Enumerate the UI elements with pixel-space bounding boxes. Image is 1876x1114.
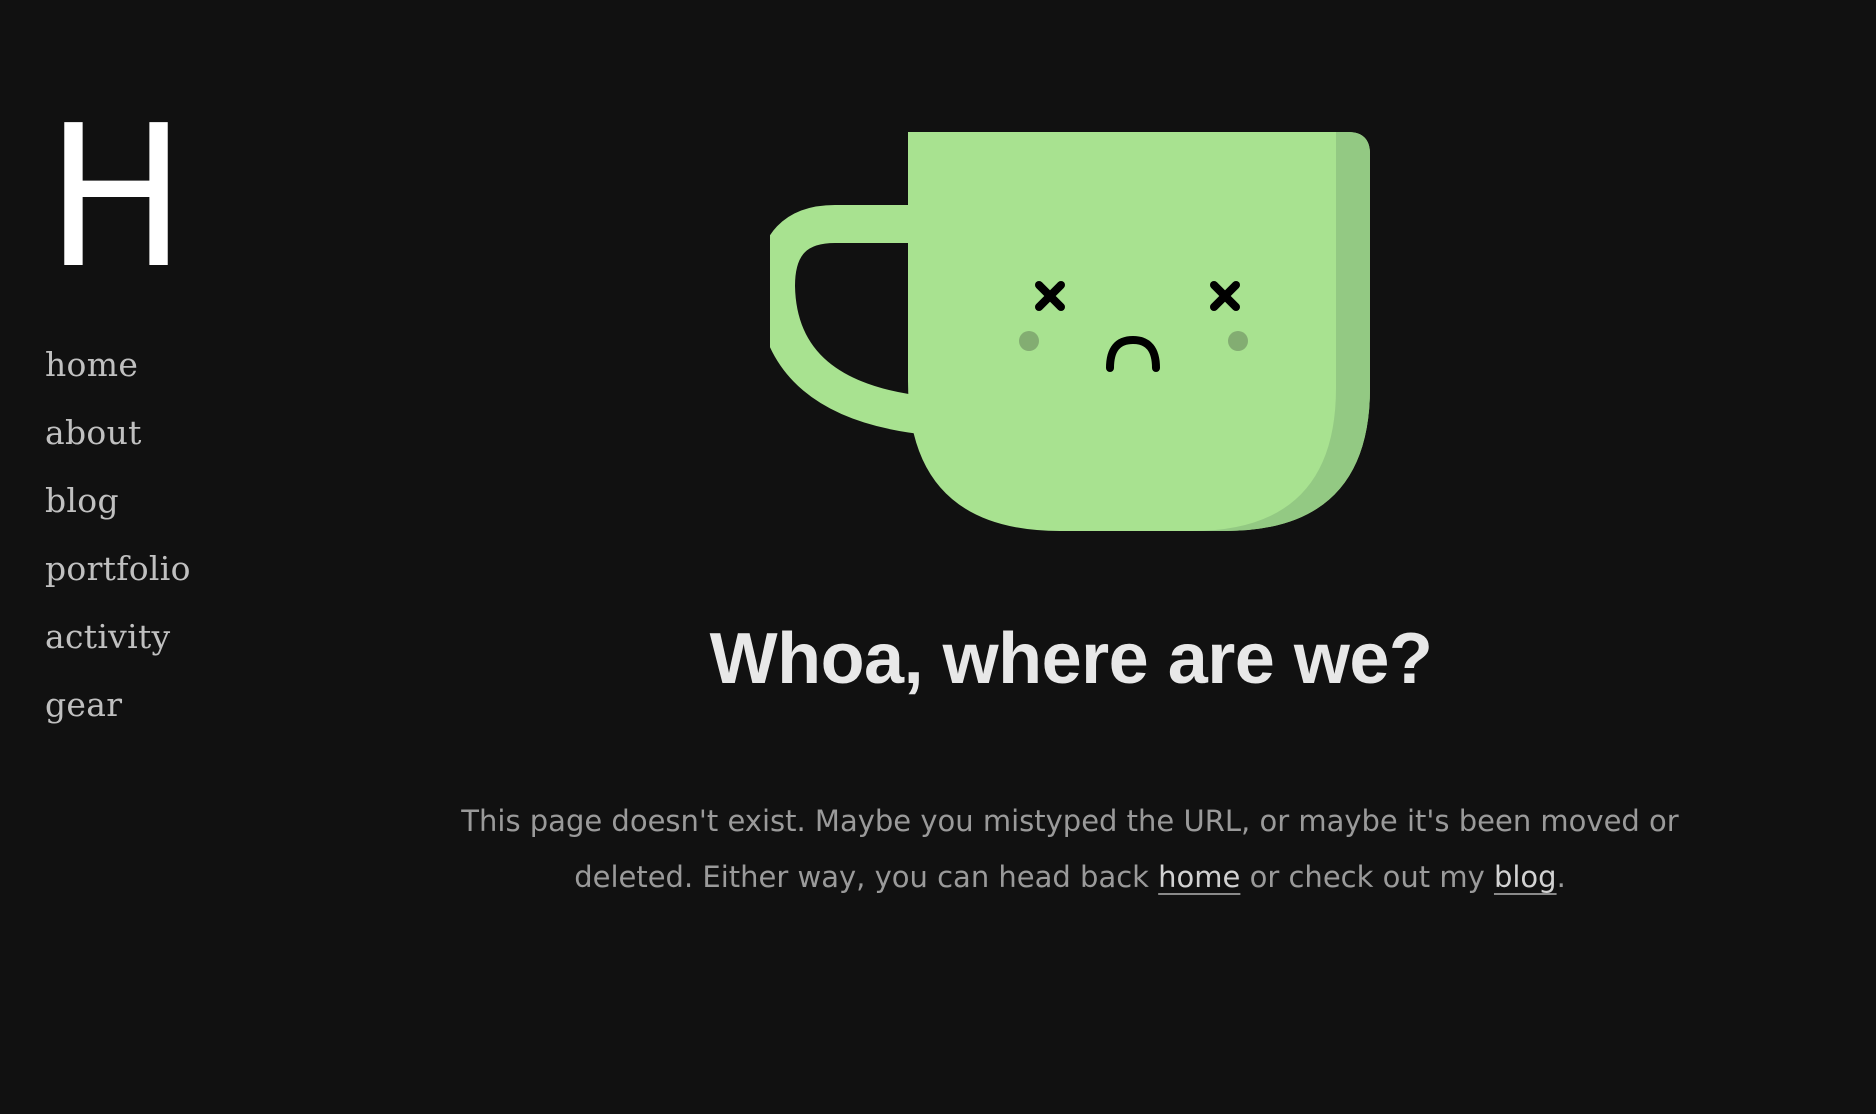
nav-item-about: about [45, 413, 191, 481]
error-message: This page doesn't exist. Maybe you misty… [450, 793, 1690, 905]
nav-link-gear[interactable]: gear [45, 685, 122, 724]
mug-body [908, 132, 1370, 531]
nav-item-home: home [45, 345, 191, 413]
nav-link-home[interactable]: home [45, 345, 138, 384]
mug-handle [770, 205, 933, 435]
nav-item-blog: blog [45, 481, 191, 549]
home-link[interactable]: home [1158, 860, 1240, 894]
nav-link-portfolio[interactable]: portfolio [45, 549, 191, 588]
message-end-text: . [1556, 860, 1566, 894]
site-nav: home about blog portfolio activity gear [45, 345, 191, 753]
blog-link[interactable]: blog [1494, 860, 1557, 894]
nav-link-activity[interactable]: activity [45, 617, 170, 656]
page: H home about blog portfolio activity gea… [0, 0, 1876, 1114]
site-logo[interactable]: H [46, 100, 186, 296]
message-middle-text: or check out my [1240, 860, 1494, 894]
nav-link-about[interactable]: about [45, 413, 142, 452]
page-title: Whoa, where are we? [709, 619, 1433, 699]
right-cheek [1228, 331, 1248, 351]
nav-item-gear: gear [45, 685, 191, 753]
nav-item-portfolio: portfolio [45, 549, 191, 617]
sad-mug-icon [770, 132, 1370, 531]
nav-item-activity: activity [45, 617, 191, 685]
left-cheek [1019, 331, 1039, 351]
nav-link-blog[interactable]: blog [45, 481, 119, 520]
